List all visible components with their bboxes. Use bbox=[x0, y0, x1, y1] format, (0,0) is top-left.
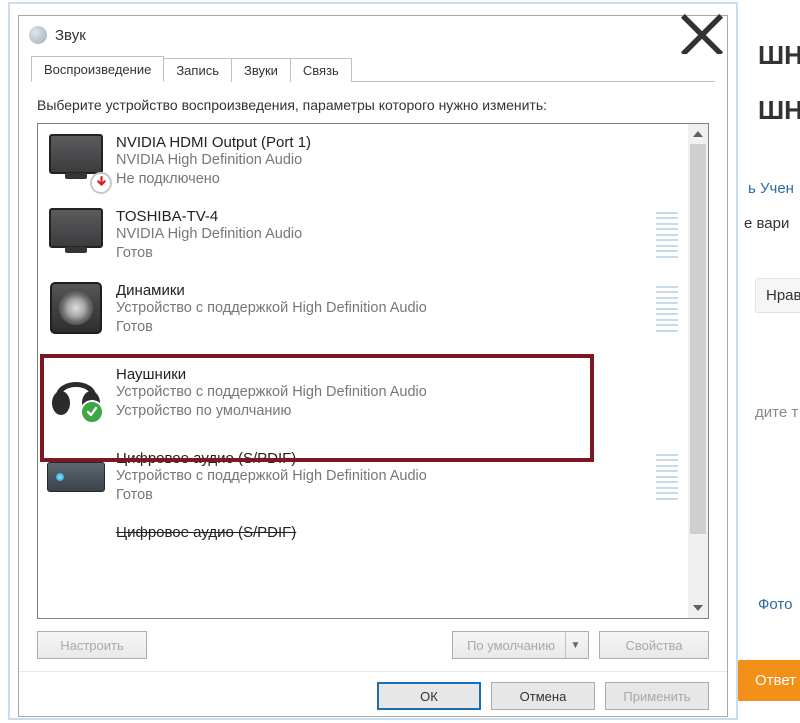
device-name: Цифровое аудио (S/PDIF) bbox=[116, 524, 678, 541]
scroll-down-button[interactable] bbox=[688, 598, 708, 618]
device-status: Готов bbox=[116, 318, 656, 337]
dialog-titlebar[interactable]: Звук bbox=[19, 16, 727, 54]
device-item[interactable]: Цифровое аудио (S/PDIF) bbox=[38, 514, 688, 588]
spdif-icon bbox=[44, 448, 108, 506]
device-status: Устройство по умолчанию bbox=[116, 402, 678, 421]
disconnected-badge-icon bbox=[90, 172, 112, 194]
scroll-thumb[interactable] bbox=[690, 144, 706, 535]
set-default-label: По умолчанию bbox=[467, 638, 555, 653]
device-driver: NVIDIA High Definition Audio bbox=[116, 151, 678, 170]
device-item[interactable]: TOSHIBA-TV-4 NVIDIA High Definition Audi… bbox=[38, 198, 688, 272]
bg-heading: ШНІ bbox=[758, 40, 800, 71]
level-meter-icon bbox=[656, 452, 678, 504]
cancel-button[interactable]: Отмена bbox=[491, 682, 595, 710]
tab-playback[interactable]: Воспроизведение bbox=[31, 56, 164, 82]
device-actions-row: Настроить По умолчанию ▼ Свойства bbox=[37, 619, 709, 659]
level-meter-icon bbox=[656, 210, 678, 262]
level-meter-icon bbox=[656, 284, 678, 336]
device-status: Не подключено bbox=[116, 170, 678, 189]
close-icon bbox=[679, 12, 725, 58]
scroll-up-button[interactable] bbox=[688, 124, 708, 144]
set-default-button[interactable]: По умолчанию ▼ bbox=[452, 631, 589, 659]
answer-button[interactable]: Ответ bbox=[737, 660, 800, 701]
tabs-row: Воспроизведение Запись Звуки Связь bbox=[19, 54, 727, 82]
device-status: Готов bbox=[116, 486, 656, 505]
sound-dialog: Звук Воспроизведение Запись Звуки Связь … bbox=[18, 15, 728, 717]
scrollbar[interactable] bbox=[688, 124, 708, 618]
sound-icon bbox=[29, 26, 47, 44]
device-driver: NVIDIA High Definition Audio bbox=[116, 225, 656, 244]
device-item[interactable]: Наушники Устройство с поддержкой High De… bbox=[38, 346, 688, 440]
dialog-title: Звук bbox=[55, 27, 679, 44]
tab-sounds[interactable]: Звуки bbox=[231, 58, 291, 82]
device-name: TOSHIBA-TV-4 bbox=[116, 208, 656, 225]
bg-heading-2: ШНІ bbox=[758, 95, 800, 126]
device-driver: Устройство с поддержкой High Definition … bbox=[116, 383, 678, 402]
device-name: NVIDIA HDMI Output (Port 1) bbox=[116, 134, 678, 151]
tab-comm[interactable]: Связь bbox=[290, 58, 352, 82]
device-driver: Устройство с поддержкой High Definition … bbox=[116, 299, 656, 318]
properties-button[interactable]: Свойства bbox=[599, 631, 709, 659]
device-item[interactable]: Цифровое аудио (S/PDIF) Устройство с под… bbox=[38, 440, 688, 514]
bg-placeholder[interactable]: дите т bbox=[755, 404, 798, 421]
chevron-down-icon bbox=[693, 605, 703, 611]
device-item[interactable]: Динамики Устройство с поддержкой High De… bbox=[38, 272, 688, 346]
device-item[interactable]: NVIDIA HDMI Output (Port 1) NVIDIA High … bbox=[38, 124, 688, 198]
default-check-icon bbox=[80, 400, 104, 424]
monitor-icon bbox=[44, 132, 108, 190]
dialog-buttons-row: ОК Отмена Применить bbox=[19, 671, 727, 716]
chevron-down-icon[interactable]: ▼ bbox=[565, 632, 585, 658]
like-button[interactable]: Нравит bbox=[755, 278, 800, 313]
device-name: Динамики bbox=[116, 282, 656, 299]
device-driver: Устройство с поддержкой High Definition … bbox=[116, 467, 656, 486]
bg-link-text[interactable]: ь Учен bbox=[748, 180, 794, 197]
photo-link[interactable]: Фото bbox=[758, 596, 792, 613]
tab-record[interactable]: Запись bbox=[163, 58, 232, 82]
configure-button[interactable]: Настроить bbox=[37, 631, 147, 659]
ok-button[interactable]: ОК bbox=[377, 682, 481, 710]
instruction-text: Выберите устройство воспроизведения, пар… bbox=[37, 96, 577, 115]
apply-button[interactable]: Применить bbox=[605, 682, 709, 710]
tab-content: Выберите устройство воспроизведения, пар… bbox=[19, 82, 727, 671]
device-name: Наушники bbox=[116, 366, 678, 383]
spdif-icon bbox=[44, 522, 108, 580]
scroll-track[interactable] bbox=[688, 144, 708, 598]
monitor-icon bbox=[44, 206, 108, 264]
chevron-up-icon bbox=[693, 131, 703, 137]
bg-text: е вари bbox=[744, 215, 789, 232]
close-button[interactable] bbox=[679, 19, 725, 51]
speaker-icon bbox=[44, 280, 108, 338]
device-name: Цифровое аудио (S/PDIF) bbox=[116, 450, 656, 467]
headphones-icon bbox=[44, 364, 108, 422]
device-status: Готов bbox=[116, 244, 656, 263]
device-listbox[interactable]: NVIDIA HDMI Output (Port 1) NVIDIA High … bbox=[37, 123, 709, 619]
